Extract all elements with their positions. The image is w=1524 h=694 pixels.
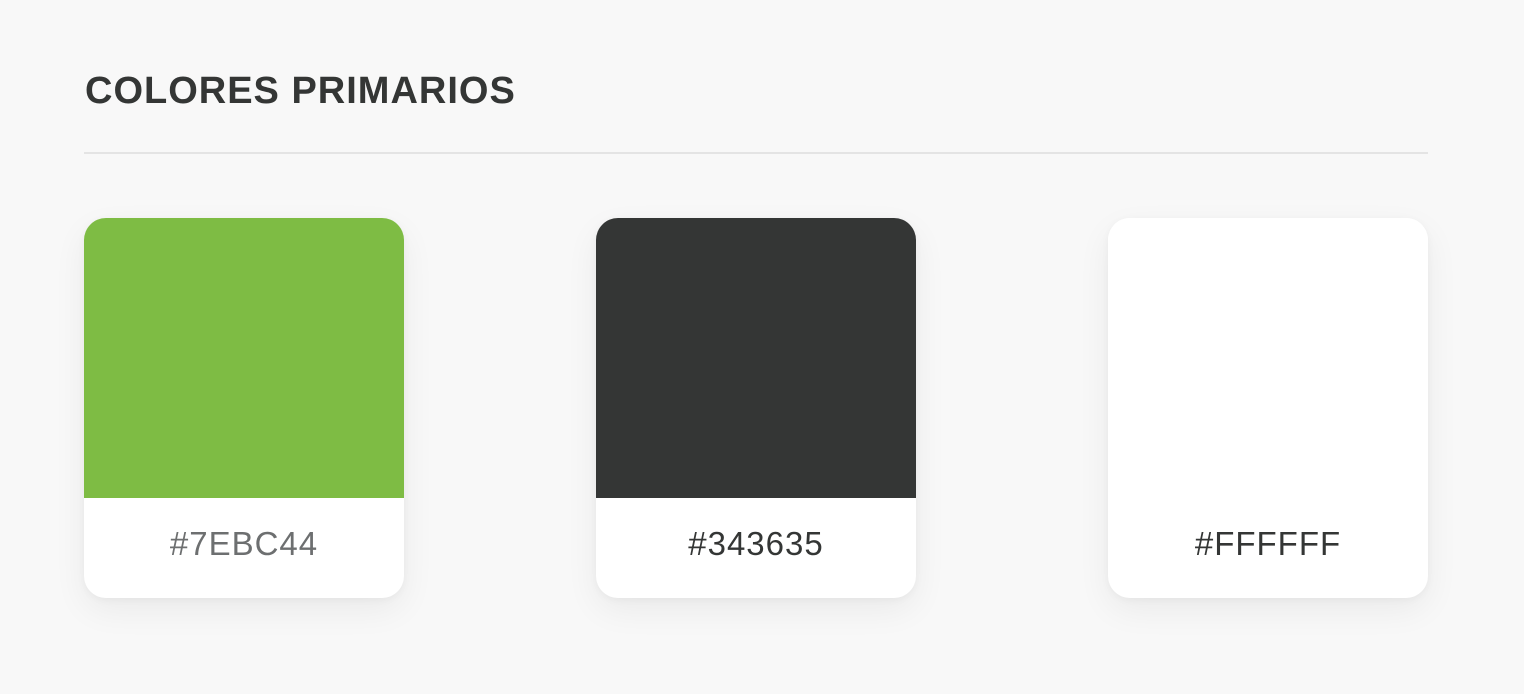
color-swatch-dark	[596, 218, 916, 498]
color-swatch-green	[84, 218, 404, 498]
color-swatch-card-dark: #343635	[596, 218, 916, 598]
color-swatch-card-white: #FFFFFF	[1108, 218, 1428, 598]
color-swatch-list: #7EBC44 #343635 #FFFFFF	[84, 218, 1428, 598]
section-title: COLORES PRIMARIOS	[85, 70, 516, 112]
color-code-green: #7EBC44	[169, 525, 319, 562]
section-divider	[84, 152, 1428, 154]
color-code-dark: #343635	[688, 525, 824, 562]
color-swatch-white	[1108, 218, 1428, 498]
color-swatch-card-green: #7EBC44	[84, 218, 404, 598]
palette-page: COLORES PRIMARIOS #7EBC44 #343635 #FFFFF…	[0, 0, 1524, 694]
color-code-white: #FFFFFF	[1194, 525, 1342, 562]
